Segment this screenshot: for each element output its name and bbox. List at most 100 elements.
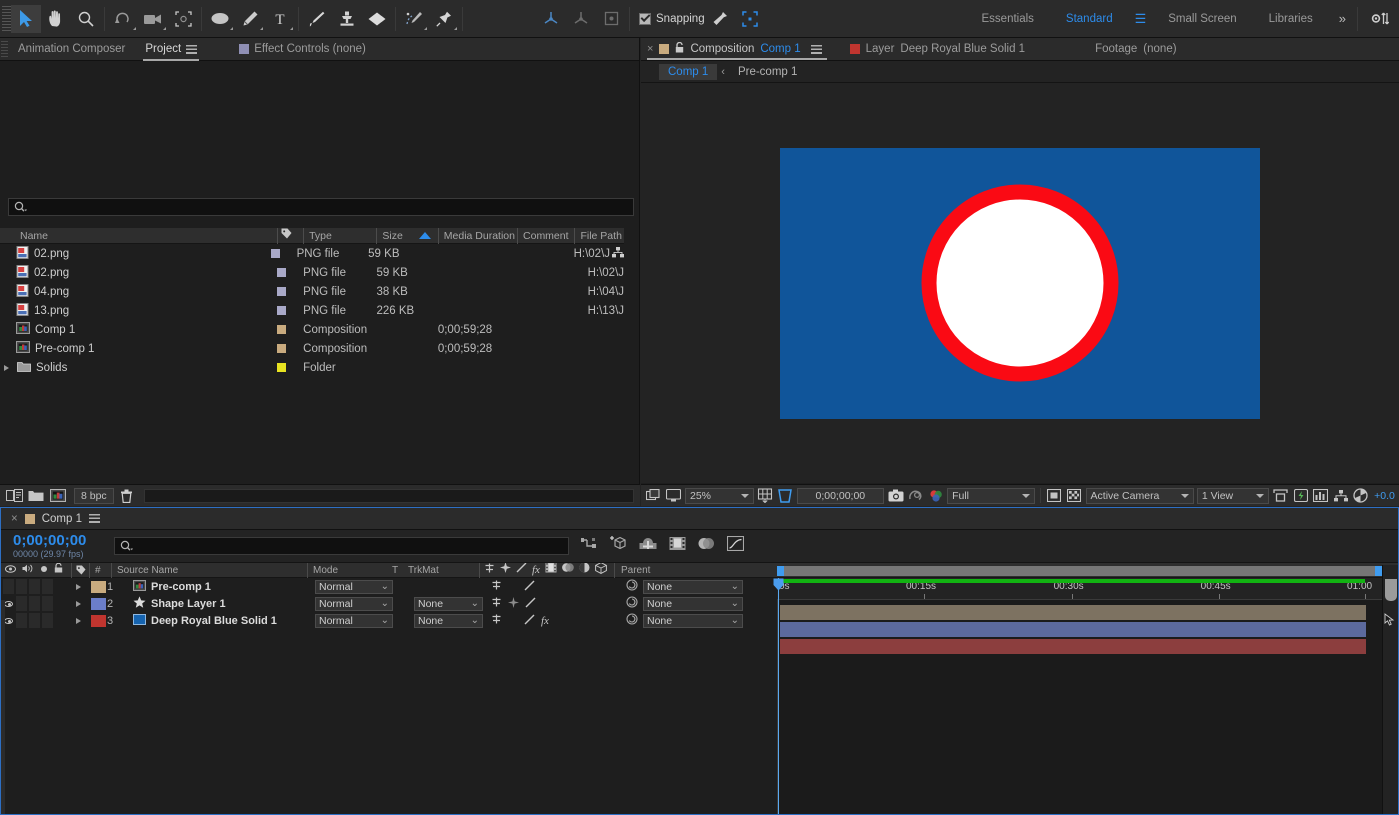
tab-layer-solid[interactable]: Layer Deep Royal Blue Solid 1 <box>849 38 1035 61</box>
zoom-tool[interactable] <box>71 5 101 33</box>
tab-footage[interactable]: Footage (none) <box>1095 38 1186 61</box>
source-name-header[interactable]: Source Name <box>111 562 307 578</box>
roto-brush-tool[interactable] <box>399 5 429 33</box>
view-axis-mode-icon[interactable] <box>596 5 626 33</box>
label-color-swatch[interactable] <box>90 614 106 627</box>
blend-mode-dropdown[interactable]: Normal ⌄ <box>315 596 393 611</box>
column-comment[interactable]: Comment <box>517 227 574 244</box>
workspace-small-screen[interactable]: Small Screen <box>1152 0 1252 38</box>
project-list-item[interactable]: Pre-comp 1 Composition 0;00;59;28 <box>0 339 624 358</box>
layer-number-header[interactable]: # <box>89 562 111 578</box>
rotation-tool[interactable] <box>108 5 138 33</box>
toggle-mask-paths-icon[interactable] <box>1046 487 1063 504</box>
shy-switch[interactable] <box>491 597 502 610</box>
local-axis-mode-icon[interactable] <box>536 5 566 33</box>
layer-duration-bar[interactable] <box>780 605 1366 620</box>
clone-stamp-tool[interactable] <box>332 5 362 33</box>
label-color-swatch[interactable] <box>277 268 287 277</box>
selection-tool[interactable] <box>11 4 41 33</box>
work-area-bar[interactable] <box>777 565 1382 577</box>
text-tool[interactable]: T <box>265 5 295 33</box>
new-composition-icon[interactable] <box>49 487 67 504</box>
project-list-item[interactable]: Solids Folder <box>0 358 624 377</box>
composition-stage[interactable] <box>641 83 1399 483</box>
parent-pickwhip-icon[interactable] <box>626 596 638 611</box>
view-layout-dropdown[interactable]: 1 View <box>1196 487 1270 504</box>
close-icon[interactable]: × <box>11 513 18 525</box>
label-color-swatch[interactable] <box>277 344 287 353</box>
quality-switch[interactable] <box>524 580 535 594</box>
panel-menu-icon[interactable] <box>89 514 100 523</box>
track-matte-dropdown[interactable]: None ⌄ <box>414 613 483 628</box>
layer-duration-bar[interactable] <box>780 639 1366 654</box>
project-list-item[interactable]: 13.png PNG file 226 KB H:\13\J <box>0 301 624 320</box>
trkmat-header[interactable]: TrkMat <box>406 563 479 578</box>
parent-pickwhip-icon[interactable] <box>626 579 638 594</box>
column-type[interactable]: Type <box>303 227 376 244</box>
zoom-level-dropdown[interactable]: 25% <box>685 487 754 504</box>
column-media-duration[interactable]: Media Duration <box>437 227 517 244</box>
tab-project[interactable]: Project <box>135 38 207 61</box>
project-list-item[interactable]: 02.png PNG file 59 KB H:\02\J <box>0 244 625 263</box>
toggle-viewer-layout-icon[interactable] <box>645 487 662 504</box>
timeline-right-panel[interactable] <box>1382 565 1398 814</box>
delete-icon[interactable] <box>118 487 136 504</box>
project-search-input[interactable] <box>8 198 634 216</box>
new-folder-icon[interactable] <box>27 487 45 504</box>
composition-mini-flowchart-icon[interactable] <box>581 536 598 554</box>
camera-tool[interactable] <box>138 5 168 33</box>
label-color-swatch[interactable] <box>277 325 287 334</box>
label-color-swatch[interactable] <box>277 306 287 315</box>
column-name[interactable]: Name <box>0 228 277 244</box>
graph-editor-icon[interactable] <box>726 535 745 554</box>
resolution-dropdown[interactable]: Full <box>947 487 1035 504</box>
panel-menu-icon[interactable] <box>186 44 198 54</box>
work-area-start-handle[interactable] <box>777 566 784 576</box>
lock-toggle[interactable] <box>42 578 53 595</box>
view-mode-dropdown[interactable]: Active Camera <box>1085 487 1194 504</box>
parent-dropdown[interactable]: None ⌄ <box>643 596 743 611</box>
layer-duration-bar[interactable] <box>780 622 1366 637</box>
exposure-icon[interactable] <box>1352 487 1369 504</box>
subtab-comp1[interactable]: Comp 1 <box>659 63 718 80</box>
project-list-item[interactable]: 04.png PNG file 38 KB H:\04\J <box>0 282 624 301</box>
panel-grip[interactable] <box>1 41 8 57</box>
collapse-switch[interactable] <box>508 596 519 611</box>
expand-arrow-icon[interactable] <box>4 364 9 371</box>
track-matte-dropdown[interactable]: None ⌄ <box>414 596 483 611</box>
label-color-swatch[interactable] <box>90 580 106 593</box>
pen-tool[interactable] <box>235 5 265 33</box>
region-of-interest-icon[interactable] <box>777 487 794 504</box>
column-size[interactable]: Size <box>376 227 437 244</box>
label-color-swatch[interactable] <box>90 597 106 610</box>
workspace-menu-icon[interactable]: ☰ <box>1129 11 1153 27</box>
bit-depth-button[interactable]: 8 bpc <box>74 487 114 504</box>
composition-flowchart-icon[interactable] <box>1332 487 1349 504</box>
timeline-tab-label[interactable]: Comp 1 <box>42 513 82 525</box>
lock-toggle[interactable] <box>42 612 53 629</box>
snapping-options-icon[interactable] <box>705 5 735 33</box>
column-file-path[interactable]: File Path <box>574 227 624 244</box>
solo-toggle[interactable] <box>29 612 40 629</box>
close-icon[interactable]: × <box>647 43 653 55</box>
hand-tool[interactable] <box>41 5 71 33</box>
comp-timecode[interactable]: 0;00;00;00 <box>796 487 885 504</box>
mode-header[interactable]: Mode <box>307 562 390 578</box>
show-snapshot-icon[interactable] <box>907 487 924 504</box>
tab-animation-composer[interactable]: Animation Composer <box>8 38 135 61</box>
tab-effect-controls[interactable]: Effect Controls (none) <box>229 38 376 61</box>
snapping-target-icon[interactable] <box>735 5 765 33</box>
timeline-scroll-thumb[interactable] <box>1385 579 1397 601</box>
workspace-libraries[interactable]: Libraries <box>1253 0 1329 38</box>
workspace-standard[interactable]: Standard <box>1050 0 1129 38</box>
effects-switch[interactable]: fx <box>541 615 549 627</box>
proxy-network-icon[interactable] <box>612 246 625 261</box>
parent-header[interactable]: Parent <box>614 562 744 578</box>
expand-arrow-icon[interactable] <box>76 617 81 624</box>
expand-arrow-icon[interactable] <box>76 583 81 590</box>
shape-tool[interactable] <box>205 5 235 33</box>
quality-switch[interactable] <box>525 597 536 611</box>
playhead-handle[interactable] <box>773 578 784 591</box>
panel-menu-icon[interactable] <box>810 44 822 54</box>
eraser-tool[interactable] <box>362 5 392 33</box>
